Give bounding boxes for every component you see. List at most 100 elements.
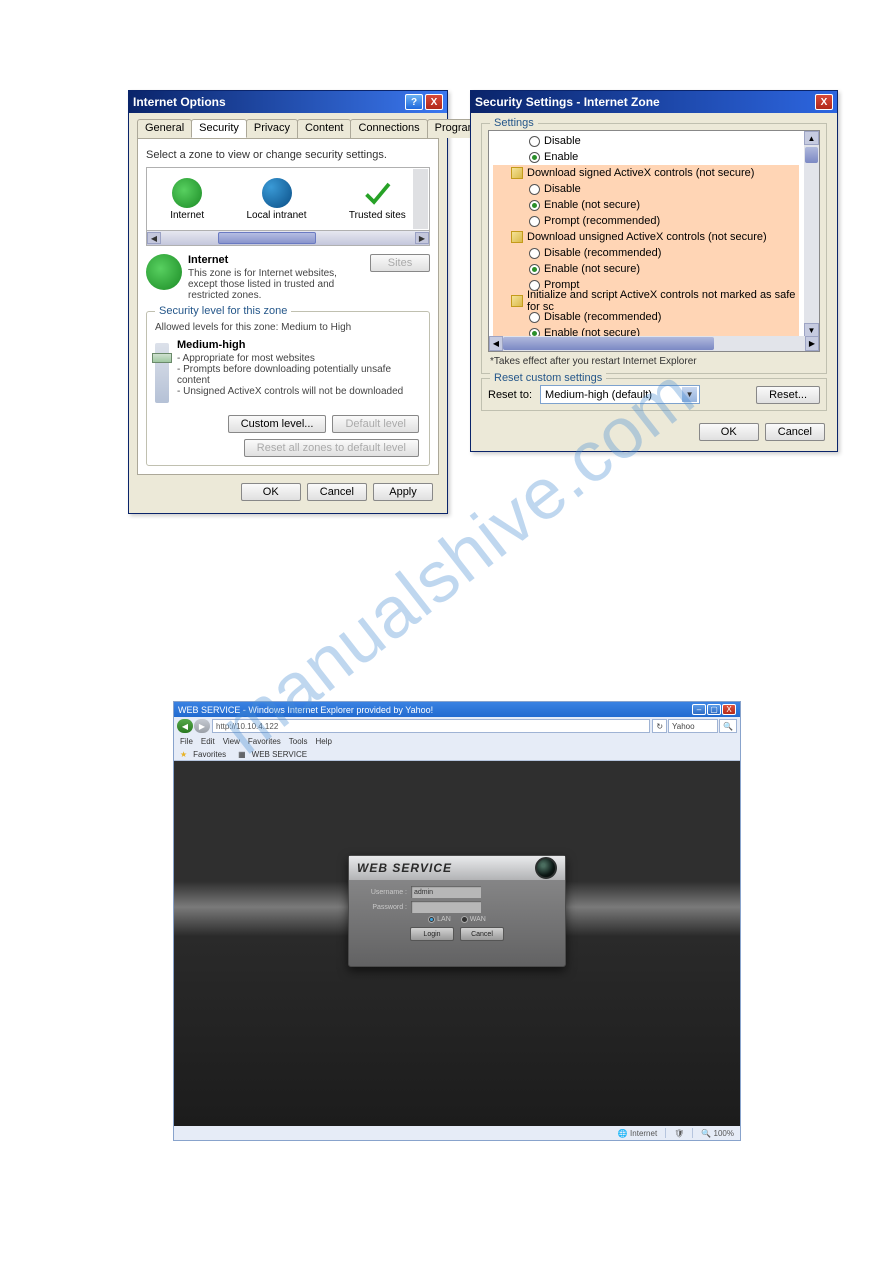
dropdown-icon[interactable]: ▼ (682, 387, 697, 402)
radio-icon[interactable] (529, 312, 540, 323)
star-icon[interactable]: ★ (180, 750, 187, 759)
scroll-down-icon[interactable]: ▼ (804, 323, 819, 337)
back-button[interactable]: ◀ (177, 719, 193, 733)
help-button[interactable]: ? (405, 94, 423, 110)
level-bullet: - Appropriate for most websites (177, 353, 421, 364)
checkmark-icon (362, 178, 392, 208)
tree-radio[interactable]: Enable (not secure) (493, 261, 799, 277)
ok-button[interactable]: OK (699, 423, 759, 441)
close-button[interactable]: X (815, 94, 833, 110)
status-zoom[interactable]: 🔍 100% (701, 1129, 734, 1138)
activex-icon (511, 295, 523, 307)
close-button[interactable]: X (425, 94, 443, 110)
tree-radio[interactable]: Enable (not secure) (493, 197, 799, 213)
tab-connections[interactable]: Connections (350, 119, 427, 138)
sites-button[interactable]: Sites (370, 254, 430, 272)
radio-icon[interactable] (529, 152, 540, 163)
zone-trusted[interactable]: Trusted sites (349, 178, 406, 221)
zone-internet[interactable]: Internet (170, 178, 204, 221)
tree-hscroll[interactable]: ◀ ▶ (489, 336, 819, 351)
apply-button[interactable]: Apply (373, 483, 433, 501)
zone-detail-heading: Internet (188, 254, 364, 266)
security-slider[interactable] (155, 343, 169, 403)
scroll-thumb[interactable] (503, 337, 714, 350)
refresh-button[interactable]: ↻ (652, 719, 667, 733)
ok-button[interactable]: OK (241, 483, 301, 501)
scroll-left-icon[interactable]: ◀ (489, 336, 503, 351)
radio-icon[interactable] (529, 264, 540, 275)
tree-radio[interactable]: Disable (recommended) (493, 245, 799, 261)
reset-to-combo[interactable]: Medium-high (default) ▼ (540, 385, 700, 404)
ss-titlebar: Security Settings - Internet Zone X (471, 91, 837, 113)
zone-list[interactable]: Internet Local intranet Trusted sites (146, 167, 430, 231)
globe-icon (146, 254, 182, 290)
zone-vscroll[interactable] (413, 169, 428, 229)
login-header: WEB SERVICE (349, 856, 565, 880)
allowed-levels: Allowed levels for this zone: Medium to … (155, 322, 421, 333)
menu-favorites[interactable]: Favorites (248, 737, 281, 746)
maximize-button[interactable]: ▢ (707, 704, 721, 715)
reset-all-zones-button[interactable]: Reset all zones to default level (244, 439, 419, 457)
tab-general[interactable]: General (137, 119, 192, 138)
status-bar: 🌐 Internet 🛡 🔍 100% (174, 1126, 740, 1140)
login-button[interactable]: Login (410, 927, 454, 941)
menu-view[interactable]: View (223, 737, 240, 746)
cancel-button[interactable]: Cancel (765, 423, 825, 441)
tree-radio[interactable]: Enable (493, 149, 815, 165)
address-input[interactable]: http://10.10.4.122 (212, 719, 650, 733)
cancel-button[interactable]: Cancel (460, 927, 504, 941)
zone-detail: Internet This zone is for Internet websi… (146, 254, 430, 301)
username-label: Username : (357, 889, 407, 896)
scroll-left-icon[interactable]: ◀ (147, 232, 161, 244)
menu-help[interactable]: Help (315, 737, 331, 746)
close-button[interactable]: X (722, 704, 736, 715)
tree-vscroll[interactable]: ▲ ▼ (804, 131, 819, 337)
tab-privacy[interactable]: Privacy (246, 119, 298, 138)
zone-intranet[interactable]: Local intranet (246, 178, 306, 221)
globe-icon (172, 178, 202, 208)
restart-note: *Takes effect after you restart Internet… (490, 356, 818, 367)
cancel-button[interactable]: Cancel (307, 483, 367, 501)
radio-icon[interactable] (529, 216, 540, 227)
search-field[interactable]: Yahoo (668, 719, 718, 733)
address-bar-row: ◀ ▶ http://10.10.4.122 ↻ Yahoo 🔍 (174, 717, 740, 735)
settings-tree[interactable]: DisableEnableDownload signed ActiveX con… (488, 130, 820, 352)
radio-icon[interactable] (529, 184, 540, 195)
page-content: WEB SERVICE Username : admin Password : … (174, 761, 740, 1126)
minimize-button[interactable]: – (692, 704, 706, 715)
io-titlebar: Internet Options ? X (129, 91, 447, 113)
menu-tools[interactable]: Tools (289, 737, 308, 746)
custom-level-button[interactable]: Custom level... (228, 415, 327, 433)
zone-instruction: Select a zone to view or change security… (146, 149, 430, 161)
radio-icon[interactable] (529, 136, 540, 147)
radio-wan[interactable]: WAN (461, 916, 486, 923)
radio-icon[interactable] (529, 200, 540, 211)
username-input[interactable]: admin (411, 886, 481, 898)
security-settings-dialog: Security Settings - Internet Zone X Sett… (470, 90, 838, 452)
scroll-right-icon[interactable]: ▶ (805, 336, 819, 351)
favorites-label[interactable]: Favorites (193, 750, 226, 759)
search-button[interactable]: 🔍 (719, 719, 737, 733)
password-input[interactable] (411, 901, 481, 913)
radio-icon[interactable] (529, 248, 540, 259)
reset-button[interactable]: Reset... (756, 386, 820, 404)
default-level-button[interactable]: Default level (332, 415, 419, 433)
scroll-right-icon[interactable]: ▶ (415, 232, 429, 244)
security-level-group: Security level for this zone Allowed lev… (146, 311, 430, 466)
menu-file[interactable]: File (180, 737, 193, 746)
zone-hscroll[interactable]: ◀ ▶ (146, 231, 430, 246)
internet-options-dialog: Internet Options ? X General Security Pr… (128, 90, 448, 514)
tree-radio[interactable]: Disable (493, 181, 799, 197)
slider-thumb[interactable] (152, 353, 172, 363)
scroll-thumb[interactable] (805, 147, 818, 163)
forward-button[interactable]: ▶ (194, 719, 210, 733)
tree-radio[interactable]: Disable (493, 133, 815, 149)
scroll-up-icon[interactable]: ▲ (804, 131, 819, 145)
tab-security[interactable]: Security (191, 119, 247, 138)
favorites-tab-label[interactable]: WEB SERVICE (252, 750, 307, 759)
tree-radio[interactable]: Prompt (recommended) (493, 213, 799, 229)
menu-edit[interactable]: Edit (201, 737, 215, 746)
scroll-thumb[interactable] (218, 232, 317, 244)
radio-lan[interactable]: LAN (428, 916, 451, 923)
tab-content[interactable]: Content (297, 119, 352, 138)
